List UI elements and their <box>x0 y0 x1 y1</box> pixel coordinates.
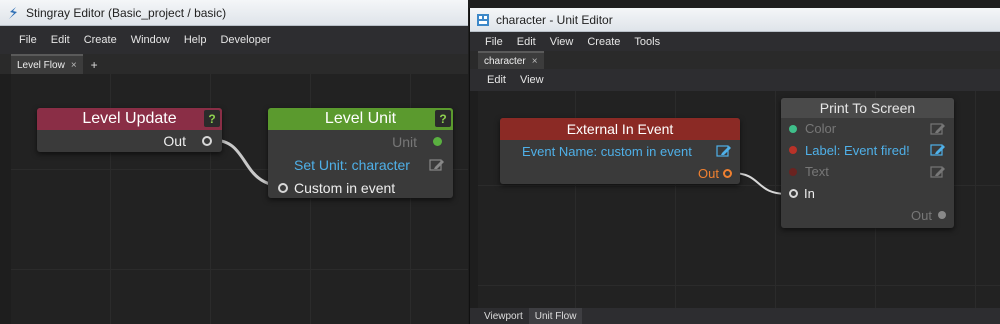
level-update-out-label: Out <box>163 133 186 149</box>
external-in-event-title: External In Event <box>566 121 674 137</box>
edit-icon[interactable] <box>930 165 946 179</box>
output-pin-icon[interactable] <box>723 168 732 178</box>
edit-icon[interactable] <box>716 144 732 158</box>
level-unit-node[interactable]: Level Unit ? Unit Set Unit: character Cu… <box>268 108 453 198</box>
event-name-label: Event Name: custom in event <box>522 143 692 159</box>
edit-icon[interactable] <box>930 122 946 136</box>
output-pin-icon[interactable] <box>938 211 946 219</box>
in-row: In <box>781 182 954 204</box>
text-row: Text <box>781 161 954 182</box>
print-to-screen-header: Print To Screen <box>781 98 954 118</box>
external-in-event-header: External In Event <box>500 118 740 140</box>
level-unit-title: Level Unit <box>324 110 397 127</box>
bottom-tabbar: Viewport Unit Flow <box>470 308 1000 324</box>
level-update-header: Level Update ? <box>37 108 222 130</box>
print-to-screen-title: Print To Screen <box>819 100 916 116</box>
help-icon[interactable]: ? <box>204 110 220 127</box>
tab-unit-flow[interactable]: Unit Flow <box>528 308 583 324</box>
level-update-node[interactable]: Level Update ? Out <box>37 108 222 152</box>
label-pin-icon[interactable] <box>789 146 797 154</box>
level-unit-unit-row: Unit <box>268 130 453 153</box>
level-unit-header: Level Unit ? <box>268 108 453 130</box>
print-out-label: Out <box>911 207 932 223</box>
print-to-screen-node[interactable]: Print To Screen Color Label: Event fired… <box>781 98 954 228</box>
unit-editor-window: character - Unit Editor File Edit View C… <box>469 8 1000 324</box>
text-pin-icon[interactable] <box>789 167 797 176</box>
external-in-event-node[interactable]: External In Event Event Name: custom in … <box>500 118 740 184</box>
text-label: Text <box>805 164 829 179</box>
unit-pin-icon[interactable] <box>433 137 442 146</box>
external-out-label: Out <box>698 165 719 181</box>
help-icon[interactable]: ? <box>435 110 451 127</box>
event-name-row: Event Name: custom in event <box>500 140 740 162</box>
label-value: Label: Event fired! <box>805 142 910 158</box>
color-row: Color <box>781 118 954 139</box>
print-out-row: Out <box>781 204 954 226</box>
level-unit-set-unit-row: Set Unit: character <box>268 153 453 176</box>
edit-icon[interactable] <box>429 158 445 172</box>
tab-viewport[interactable]: Viewport <box>478 308 529 324</box>
level-unit-unit-label: Unit <box>392 133 417 150</box>
output-pin-icon[interactable] <box>202 136 212 146</box>
level-update-title: Level Update <box>82 110 177 127</box>
edit-icon[interactable] <box>930 143 946 157</box>
set-unit-label: Set Unit: character <box>294 156 410 173</box>
color-label: Color <box>805 121 837 136</box>
custom-in-event-label: Custom in event <box>294 179 396 196</box>
color-pin-icon[interactable] <box>789 124 797 133</box>
level-unit-custom-event-row: Custom in event <box>268 176 453 199</box>
input-pin-icon[interactable] <box>278 182 288 193</box>
external-out-row: Out <box>500 162 740 184</box>
level-update-out-row: Out <box>37 130 222 152</box>
label-row: Label: Event fired! <box>781 139 954 161</box>
in-label: In <box>804 185 815 201</box>
stingray-editor-window: Stingray Editor (Basic_project / basic) … <box>0 0 468 324</box>
input-pin-icon[interactable] <box>789 188 798 198</box>
